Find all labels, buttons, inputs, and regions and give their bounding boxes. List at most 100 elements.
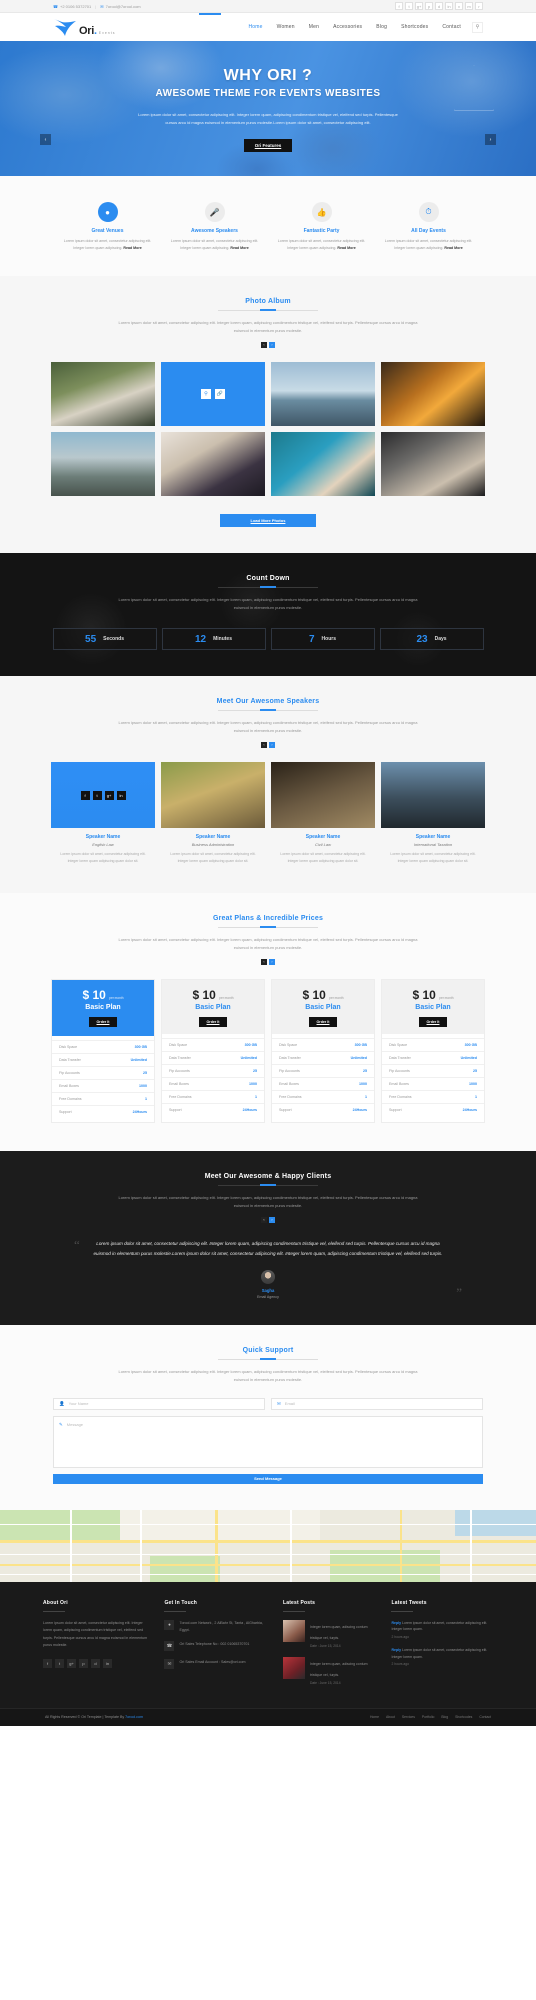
social-twitter-icon[interactable]: t xyxy=(92,790,102,800)
photo-item[interactable] xyxy=(161,432,265,497)
social-twitter-icon[interactable]: t xyxy=(55,1658,64,1668)
social-linkedin-icon[interactable]: in xyxy=(103,1658,112,1668)
pricing-next-button[interactable]: › xyxy=(269,959,275,966)
footer-menu-services[interactable]: Services xyxy=(402,1715,415,1719)
countdown-value: 7 xyxy=(308,633,315,645)
social-facebook-icon[interactable]: f xyxy=(395,2,403,10)
footer-post-item[interactable]: Integer lorem quam, adiscing contum tris… xyxy=(282,1619,378,1648)
pricing-card[interactable]: $ 10 per month Basic Plan Order It Disk … xyxy=(161,979,265,1124)
copyright-link[interactable]: 7orool.com xyxy=(125,1715,143,1719)
nav-item-home[interactable]: Home xyxy=(241,24,269,30)
read-more-link[interactable]: Read More xyxy=(444,246,462,250)
pricing-prev-button[interactable]: ‹ xyxy=(261,959,267,966)
footer-divider xyxy=(164,1610,187,1612)
countdown-row: 55 Seconds 12 Minutes 7 Hours 23 Days xyxy=(0,628,536,651)
load-more-photos-button[interactable]: Load More Photos xyxy=(220,514,316,528)
footer-menu-contact[interactable]: Contact xyxy=(479,1715,491,1719)
message-field[interactable]: ✎ Message xyxy=(53,1415,483,1468)
footer-menu-home[interactable]: Home xyxy=(370,1715,379,1719)
social-googleplus-icon[interactable]: g+ xyxy=(67,1658,76,1668)
photo-item[interactable] xyxy=(271,362,375,427)
pricing-card[interactable]: $ 10 per month Basic Plan Order It Disk … xyxy=(271,979,375,1124)
search-icon[interactable]: ⚲ xyxy=(472,21,483,33)
nav-item-men[interactable]: Men xyxy=(302,24,326,30)
hero-paragraph: Lorem ipsum dolor sit amet, consectetur … xyxy=(138,112,398,125)
social-rss-icon[interactable]: r xyxy=(475,2,483,10)
testimonial-author-role: Email Agency xyxy=(257,1294,279,1299)
zoom-icon[interactable]: ⚲ xyxy=(201,389,211,400)
read-more-link[interactable]: Read More xyxy=(230,246,248,250)
social-vimeo-icon[interactable]: v xyxy=(455,2,463,10)
social-pinterest-icon[interactable]: p xyxy=(425,2,433,10)
pricing-card-featured[interactable]: $ 10 per month Basic Plan Order It Disk … xyxy=(51,979,155,1124)
photo-item-hovered[interactable]: ⚲ 🔗 xyxy=(161,362,265,427)
tweet-reply-link[interactable]: Reply xyxy=(391,1621,401,1625)
countdown-hours: 7 Hours xyxy=(270,628,375,651)
feature-card-all-day-events[interactable]: ⏱ All Day Events Lorem ipsum dolor sit a… xyxy=(375,202,482,252)
feature-card-awesome-speakers[interactable]: 🎤 Awesome Speakers Lorem ipsum dolor sit… xyxy=(161,202,268,252)
speaker-card[interactable]: Speaker Name International Taxation Lore… xyxy=(381,762,485,865)
social-googleplus-icon[interactable]: g+ xyxy=(104,790,114,800)
clients-next-button[interactable]: › xyxy=(269,1217,275,1224)
footer-menu-blog[interactable]: Blog xyxy=(441,1715,448,1719)
post-date: Date : June 15, 2014 xyxy=(309,1680,341,1685)
pricing-pager: ‹ › xyxy=(0,959,536,966)
social-pinterest-icon[interactable]: p xyxy=(79,1658,88,1668)
email-field[interactable]: ✉ Email xyxy=(271,1397,483,1410)
read-more-link[interactable]: Read More xyxy=(337,246,355,250)
section-divider xyxy=(218,927,318,929)
countdown-section: Count Down Lorem ipsum dolor sit amet, c… xyxy=(0,553,536,677)
hero-cta-button[interactable]: Ori Features xyxy=(243,139,293,153)
pricing-order-button[interactable]: Order It xyxy=(418,1017,448,1028)
link-icon[interactable]: 🔗 xyxy=(215,389,225,400)
topbar-email[interactable]: ✉ 7orool@7orool.com xyxy=(100,4,140,9)
footer-menu-shortcodes[interactable]: Shortcodes xyxy=(455,1715,472,1719)
album-prev-button[interactable]: ‹ xyxy=(261,342,267,349)
footer-menu-portfolio[interactable]: Portfolio xyxy=(422,1715,434,1719)
social-linkedin-icon[interactable]: in xyxy=(445,2,453,10)
speaker-card[interactable]: Speaker Name Civil Law Lorem ipsum dolor… xyxy=(271,762,375,865)
social-facebook-icon[interactable]: f xyxy=(80,790,90,800)
photo-item[interactable] xyxy=(51,432,155,497)
nav-item-women[interactable]: Women xyxy=(270,24,302,30)
topbar-phone[interactable]: ☎ +2 0106 5372701 xyxy=(53,4,91,9)
social-mail-icon[interactable]: m xyxy=(465,2,473,10)
speaker-card[interactable]: f t g+ in Speaker Name English Law Lorem… xyxy=(51,762,155,865)
tweet-reply-link[interactable]: Reply xyxy=(391,1648,401,1652)
footer-post-item[interactable]: Integer lorem quam, adiscing contum tris… xyxy=(282,1656,378,1685)
countdown-heading: Count Down Lorem ipsum dolor sit amet, c… xyxy=(0,553,536,612)
footer-menu-about[interactable]: About xyxy=(386,1715,395,1719)
feature-card-fantastic-party[interactable]: 👍 Fantastic Party Lorem ipsum dolor sit … xyxy=(268,202,375,252)
photo-item[interactable] xyxy=(381,362,485,427)
pricing-order-button[interactable]: Order It xyxy=(308,1017,338,1028)
social-googleplus-icon[interactable]: g+ xyxy=(415,2,423,10)
send-message-button[interactable]: Send Message xyxy=(53,1473,483,1484)
social-twitter-icon[interactable]: t xyxy=(405,2,413,10)
photo-item[interactable] xyxy=(271,432,375,497)
site-logo[interactable]: Ori. Events xyxy=(53,17,115,37)
social-dribbble-icon[interactable]: d xyxy=(435,2,443,10)
photo-item[interactable] xyxy=(51,362,155,427)
speakers-next-button[interactable]: › xyxy=(269,742,275,749)
album-next-button[interactable]: › xyxy=(269,342,275,349)
pricing-order-button[interactable]: Order It xyxy=(198,1017,228,1028)
read-more-link[interactable]: Read More xyxy=(123,246,141,250)
clients-prev-button[interactable]: ‹ xyxy=(261,1217,267,1224)
map-section[interactable] xyxy=(0,1509,536,1582)
nav-item-blog[interactable]: Blog xyxy=(369,24,394,30)
name-field[interactable]: 👤 Your Name xyxy=(53,1397,265,1410)
photo-item[interactable] xyxy=(381,432,485,497)
nav-item-shortcodes[interactable]: Shortcodes xyxy=(394,24,435,30)
social-linkedin-icon[interactable]: in xyxy=(116,790,126,800)
map-road-secondary xyxy=(140,1509,142,1582)
pricing-card[interactable]: $ 10 per month Basic Plan Order It Disk … xyxy=(381,979,485,1124)
nav-item-accessories[interactable]: Accessories xyxy=(326,24,369,30)
speakers-prev-button[interactable]: ‹ xyxy=(261,742,267,749)
nav-item-contact[interactable]: Contact xyxy=(435,24,468,30)
pricing-order-button[interactable]: Order It xyxy=(88,1017,118,1028)
social-dribbble-icon[interactable]: d xyxy=(91,1658,100,1668)
footer-about-text: Lorem ipsum dolor sit amet, consectetur … xyxy=(43,1620,148,1648)
feature-card-great-venues[interactable]: ● Great Venues Lorem ipsum dolor sit ame… xyxy=(54,202,161,252)
social-facebook-icon[interactable]: f xyxy=(43,1658,52,1668)
speaker-card[interactable]: Speaker Name Business Administration Lor… xyxy=(161,762,265,865)
